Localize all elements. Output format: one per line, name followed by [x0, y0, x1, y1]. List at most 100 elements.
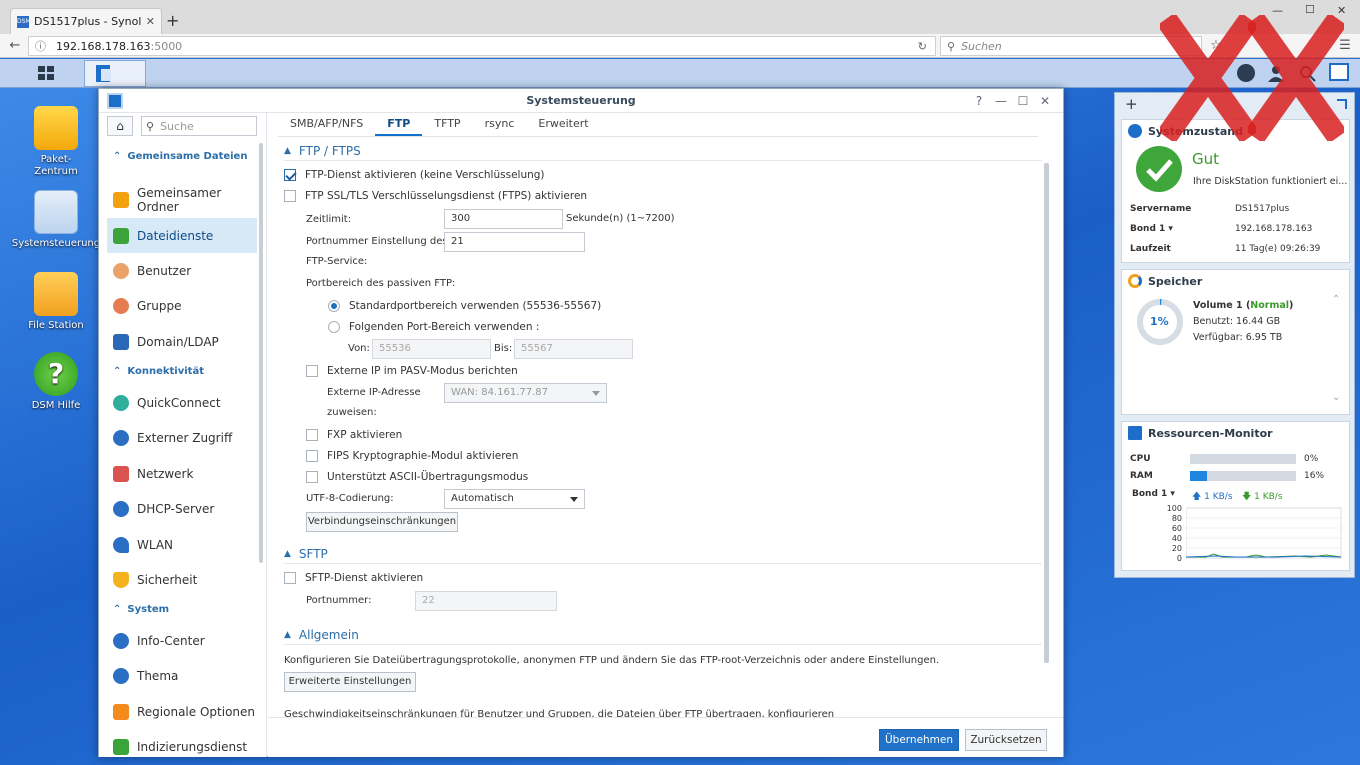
add-widget-button[interactable]: +: [1125, 95, 1138, 113]
section-divider: [284, 644, 1042, 645]
help-button[interactable]: ?: [971, 93, 987, 109]
enable-sftp-checkbox[interactable]: [284, 572, 296, 584]
tab-close-icon[interactable]: ✕: [146, 15, 155, 28]
reset-button[interactable]: Zurücksetzen: [965, 729, 1047, 751]
enable-ftps-label: FTP SSL/TLS Verschlüsselungsdienst (FTPS…: [305, 190, 588, 202]
apply-button[interactable]: Übernehmen: [879, 729, 959, 751]
y-tick-label: 100: [1166, 504, 1182, 513]
tab-smb-afp-nfs[interactable]: SMB/AFP/NFS: [278, 113, 375, 136]
chevron-up-icon: ▲: [284, 549, 291, 559]
window-title: Systemsteuerung: [526, 94, 636, 107]
sidebar-item-network[interactable]: Netzwerk: [107, 456, 257, 491]
site-info-icon[interactable]: ⓘ: [35, 38, 46, 54]
sidebar-item-regional-options[interactable]: Regionale Optionen: [107, 694, 257, 729]
section-title: SFTP: [298, 547, 328, 561]
section-ftp-header[interactable]: ▲ FTP / FTPS: [284, 144, 361, 158]
network-interface-selector[interactable]: Bond 1 ▾: [1132, 489, 1175, 499]
chevron-up-icon[interactable]: ⌃: [1332, 294, 1340, 305]
browser-tab[interactable]: DSM DS1517plus - Synology DiskSt ✕: [10, 8, 162, 34]
sidebar-item-security[interactable]: Sicherheit: [107, 562, 257, 597]
tab-ftp[interactable]: FTP: [375, 113, 423, 136]
section-sftp-header[interactable]: ▲ SFTP: [284, 547, 328, 561]
sidebar-item-external-access[interactable]: Externer Zugriff: [107, 420, 257, 455]
utf8-select[interactable]: Automatisch: [444, 489, 585, 509]
sidebar-search-input[interactable]: ⚲ Suche: [141, 116, 257, 136]
file-services-icon: [113, 227, 129, 244]
desktop-icon-control-panel[interactable]: Systemsteuerung: [8, 190, 104, 249]
main-menu-button[interactable]: [15, 60, 77, 87]
sidebar-item-label: QuickConnect: [137, 395, 221, 410]
sidebar-item-label: Thema: [137, 668, 179, 683]
close-button[interactable]: ✕: [1037, 93, 1053, 109]
sidebar-item-group[interactable]: Gruppe: [107, 288, 257, 323]
enable-ftp-checkbox[interactable]: [284, 169, 296, 181]
fxp-checkbox[interactable]: [306, 429, 318, 441]
content-scrollbar[interactable]: [1044, 163, 1049, 663]
cpu-value: 0%: [1304, 454, 1319, 464]
custom-port-range-radio[interactable]: [328, 321, 340, 333]
sidebar-item-dhcp-server[interactable]: DHCP-Server: [107, 491, 257, 526]
utf8-label: UTF-8-Codierung:: [306, 493, 394, 504]
sidebar-item-user[interactable]: Benutzer: [107, 253, 257, 288]
chevron-down-icon[interactable]: ⌄: [1332, 392, 1340, 403]
sidebar-item-domain-ldap[interactable]: Domain/LDAP: [107, 324, 257, 359]
volume-label-end: ): [1289, 300, 1294, 311]
tab-rsync[interactable]: rsync: [473, 113, 527, 136]
sidebar-item-theme[interactable]: Thema: [107, 658, 257, 693]
sidebar-section-system[interactable]: ⌃ System: [99, 599, 266, 621]
sftp-port-input[interactable]: 22: [415, 591, 557, 611]
reload-icon[interactable]: ↻: [918, 40, 927, 53]
connection-limits-button[interactable]: Verbindungseinschränkungen: [306, 512, 458, 532]
resource-monitor-widget: Ressourcen-Monitor CPU 0% RAM 16% Bond 1…: [1121, 421, 1350, 571]
sidebar-item-file-services[interactable]: Dateidienste: [107, 218, 257, 253]
dhcp-server-icon: [113, 500, 129, 517]
ascii-checkbox[interactable]: [306, 471, 318, 483]
enable-ftps-checkbox[interactable]: [284, 190, 296, 202]
fips-checkbox[interactable]: [306, 450, 318, 462]
port-input[interactable]: 21: [444, 232, 585, 252]
maximize-button[interactable]: ☐: [1015, 93, 1031, 109]
home-button[interactable]: ⌂: [107, 116, 133, 136]
desktop-icon-dsm-help[interactable]: ? DSM Hilfe: [8, 352, 104, 411]
timeout-input[interactable]: 300: [444, 209, 563, 229]
taskbar-control-panel-button[interactable]: [84, 60, 146, 87]
fxp-label: FXP aktivieren: [327, 429, 403, 441]
sidebar-item-shared-folder[interactable]: Gemeinsamer Ordner: [107, 182, 257, 217]
sidebar-item-quickconnect[interactable]: QuickConnect: [107, 385, 257, 420]
address-field[interactable]: ⓘ 192.168.178.163:5000 ↻: [28, 36, 936, 56]
sidebar-section-shared-files[interactable]: ⌃ Gemeinsame Dateien: [99, 146, 266, 168]
tab-tftp[interactable]: TFTP: [422, 113, 472, 136]
bond-value: 192.168.178.163: [1235, 224, 1313, 234]
external-ip-select[interactable]: WAN: 84.161.77.87: [444, 383, 607, 403]
ram-value: 16%: [1304, 471, 1325, 481]
pasv-external-checkbox[interactable]: [306, 365, 318, 377]
desktop-icon-file-station[interactable]: File Station: [8, 272, 104, 331]
sidebar-item-wlan[interactable]: WLAN: [107, 527, 257, 562]
bond-key[interactable]: Bond 1 ▾: [1130, 224, 1173, 234]
content-pane: SMB/AFP/NFS FTP TFTP rsync Erweitert ▲ FT…: [268, 113, 1063, 757]
sidebar-scrollbar[interactable]: [259, 143, 263, 563]
y-tick-label: 40: [1171, 534, 1182, 543]
desktop-icon-package-center[interactable]: Paket- Zentrum: [8, 106, 104, 178]
minimize-button[interactable]: —: [993, 93, 1009, 109]
new-tab-button[interactable]: +: [166, 11, 179, 30]
port-from-input[interactable]: 55536: [372, 339, 491, 359]
section-general-header[interactable]: ▲ Allgemein: [284, 628, 359, 642]
default-port-range-radio[interactable]: [328, 300, 340, 312]
download-arrow-icon: 🡇: [1242, 492, 1252, 502]
tab-advanced[interactable]: Erweitert: [526, 113, 600, 136]
window-title-bar[interactable]: Systemsteuerung ? — ☐ ✕: [99, 89, 1063, 113]
monitor-chart-icon: [1128, 426, 1142, 440]
advanced-settings-button[interactable]: Erweiterte Einstellungen: [284, 672, 416, 692]
port-to-input[interactable]: 55567: [514, 339, 633, 359]
sidebar-item-label: Indizierungsdienst: [137, 739, 248, 754]
sidebar-section-title: Konnektivität: [127, 366, 204, 377]
check-icon: [1136, 146, 1182, 192]
back-arrow-icon[interactable]: ←: [6, 34, 24, 58]
sidebar-section-connectivity[interactable]: ⌃ Konnektivität: [99, 361, 266, 383]
fxp-row: FXP aktivieren: [306, 425, 402, 445]
sidebar-item-indexing-service[interactable]: Indizierungsdienst: [107, 729, 257, 757]
health-message: Ihre DiskStation funktioniert ei...: [1193, 176, 1348, 187]
domain-ldap-icon: [113, 333, 129, 350]
sidebar-item-info-center[interactable]: Info-Center: [107, 623, 257, 658]
